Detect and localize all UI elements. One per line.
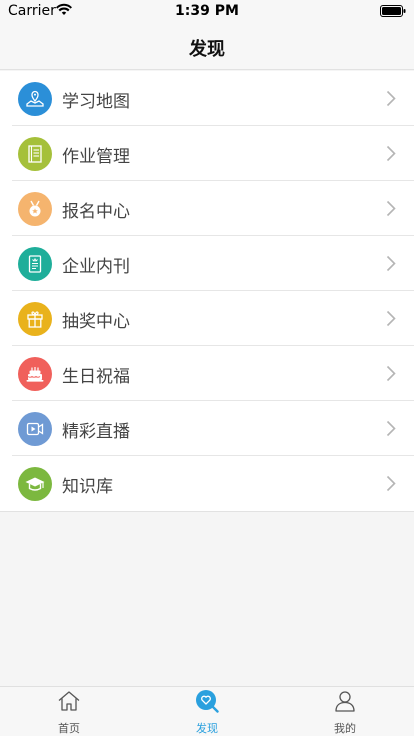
video-icon bbox=[18, 412, 52, 446]
chevron-right-icon bbox=[386, 475, 396, 492]
notebook-icon bbox=[18, 137, 52, 171]
menu-item-company-journal[interactable]: 企业内刊 bbox=[0, 236, 414, 291]
menu-item-knowledge-base[interactable]: 知识库 bbox=[0, 456, 414, 511]
menu-item-registration-center[interactable]: 报名中心 bbox=[0, 181, 414, 236]
chevron-right-icon bbox=[386, 200, 396, 217]
chevron-right-icon bbox=[386, 255, 396, 272]
graduation-cap-icon bbox=[18, 467, 52, 501]
tab-label: 发现 bbox=[196, 722, 218, 735]
menu-item-label: 作业管理 bbox=[62, 147, 130, 167]
menu-item-learning-map[interactable]: 学习地图 bbox=[0, 71, 414, 126]
chevron-right-icon bbox=[386, 90, 396, 107]
map-icon bbox=[18, 82, 52, 116]
status-bar: Carrier 1:39 PM bbox=[0, 0, 414, 22]
chevron-right-icon bbox=[386, 420, 396, 437]
chevron-right-icon bbox=[386, 145, 396, 162]
menu-item-birthday-wishes[interactable]: 生日祝福 bbox=[0, 346, 414, 401]
menu-item-label: 报名中心 bbox=[62, 202, 130, 222]
navigation-bar: 发现 bbox=[0, 22, 414, 70]
menu-item-live-broadcast[interactable]: 精彩直播 bbox=[0, 401, 414, 456]
menu-item-homework-management[interactable]: 作业管理 bbox=[0, 126, 414, 181]
menu-item-lottery-center[interactable]: 抽奖中心 bbox=[0, 291, 414, 346]
tab-home[interactable]: 首页 bbox=[0, 687, 138, 736]
gift-icon bbox=[18, 302, 52, 336]
profile-icon bbox=[335, 691, 355, 712]
page-title: 发现 bbox=[189, 39, 225, 60]
menu-item-label: 生日祝福 bbox=[62, 367, 130, 387]
home-icon bbox=[58, 691, 80, 711]
medal-icon bbox=[18, 192, 52, 226]
cake-icon bbox=[18, 357, 52, 391]
battery-icon bbox=[380, 5, 406, 17]
menu-item-label: 企业内刊 bbox=[62, 257, 130, 277]
tab-discover[interactable]: 发现 bbox=[138, 687, 276, 736]
clock: 1:39 PM bbox=[175, 3, 239, 19]
discover-icon bbox=[196, 690, 219, 713]
journal-icon bbox=[18, 247, 52, 281]
menu-item-label: 抽奖中心 bbox=[62, 312, 130, 332]
chevron-right-icon bbox=[386, 310, 396, 327]
tab-label: 我的 bbox=[334, 722, 356, 735]
menu-item-label: 学习地图 bbox=[62, 92, 130, 112]
tab-label: 首页 bbox=[58, 722, 80, 735]
chevron-right-icon bbox=[386, 365, 396, 382]
menu-item-label: 知识库 bbox=[62, 477, 113, 497]
menu-item-label: 精彩直播 bbox=[62, 422, 130, 442]
tab-profile[interactable]: 我的 bbox=[276, 687, 414, 736]
tab-bar: 首页 发现 我的 bbox=[0, 686, 414, 736]
discover-menu-list: 学习地图 作业管理 报名中心 企业内刊 抽奖中心 生日祝福 精彩直播 知识库 bbox=[0, 71, 414, 512]
